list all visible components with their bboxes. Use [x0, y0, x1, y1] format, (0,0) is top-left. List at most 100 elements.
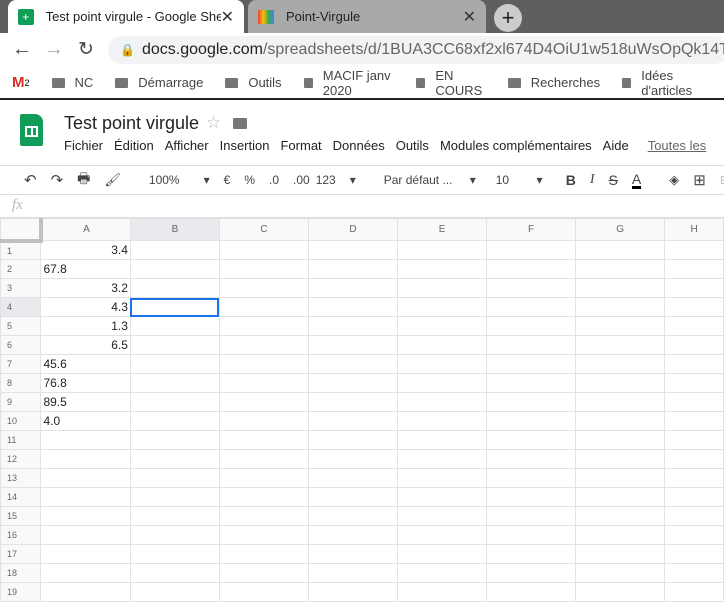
cell-E19[interactable]	[397, 582, 488, 602]
cell-D11[interactable]	[307, 430, 399, 450]
cell-E5[interactable]	[397, 316, 488, 336]
cell-B14[interactable]	[129, 487, 220, 507]
cell-E7[interactable]	[397, 354, 488, 374]
star-icon[interactable]: ☆	[206, 113, 221, 133]
cell-B18[interactable]	[129, 563, 220, 583]
column-header-C[interactable]: C	[218, 218, 309, 241]
increase-decimal-button[interactable]: .00	[293, 173, 310, 187]
column-header-G[interactable]: G	[575, 218, 666, 241]
cell-E8[interactable]	[397, 373, 488, 393]
bookmark[interactable]: Recherches	[507, 75, 600, 90]
row-header[interactable]: 3	[0, 278, 42, 298]
new-tab-button[interactable]: +	[494, 4, 522, 32]
row-header[interactable]: 18	[0, 563, 42, 583]
cell-H14[interactable]	[664, 487, 724, 507]
cell-C1[interactable]	[218, 240, 309, 260]
cell-F8[interactable]	[486, 373, 577, 393]
cell-D4[interactable]	[307, 297, 399, 317]
bookmark[interactable]: EN COURS	[415, 68, 486, 98]
cell-C8[interactable]	[218, 373, 309, 393]
cell-H8[interactable]	[664, 373, 724, 393]
cell-F15[interactable]	[486, 506, 577, 526]
cell-F13[interactable]	[486, 468, 577, 488]
cell-C14[interactable]	[218, 487, 309, 507]
tab-sheets[interactable]: + Test point virgule - Google Sheets ✕	[8, 0, 244, 33]
cell-H2[interactable]	[664, 259, 724, 279]
row-header[interactable]: 14	[0, 487, 42, 507]
cell-B9[interactable]	[129, 392, 220, 412]
cell-C2[interactable]	[218, 259, 309, 279]
cell-C10[interactable]	[218, 411, 309, 431]
column-header-A[interactable]: A	[40, 218, 131, 241]
row-header[interactable]: 11	[0, 430, 42, 450]
cell-D15[interactable]	[307, 506, 399, 526]
cell-F2[interactable]	[486, 259, 577, 279]
cell-B1[interactable]	[129, 240, 220, 260]
cell-A9[interactable]: 89.5	[40, 392, 131, 412]
cell-A5[interactable]: 1.3	[40, 316, 131, 336]
undo-icon[interactable]: ↶	[24, 171, 37, 189]
cell-H10[interactable]	[664, 411, 724, 431]
cell-D8[interactable]	[307, 373, 399, 393]
cell-A4[interactable]: 4.3	[40, 297, 131, 317]
cell-C9[interactable]	[218, 392, 309, 412]
cell-F1[interactable]	[486, 240, 577, 260]
cell-G18[interactable]	[575, 563, 666, 583]
cell-C15[interactable]	[218, 506, 309, 526]
zoom-select[interactable]: 100% ▾	[149, 173, 210, 187]
cell-F14[interactable]	[486, 487, 577, 507]
bookmark[interactable]: MACIF janv 2020	[303, 68, 394, 98]
row-header[interactable]: 6	[0, 335, 42, 355]
cell-A17[interactable]	[40, 544, 131, 564]
cell-G15[interactable]	[575, 506, 666, 526]
cell-B11[interactable]	[129, 430, 220, 450]
cell-E14[interactable]	[397, 487, 488, 507]
cell-E13[interactable]	[397, 468, 488, 488]
cell-F12[interactable]	[486, 449, 577, 469]
cell-G12[interactable]	[575, 449, 666, 469]
cell-B10[interactable]	[129, 411, 220, 431]
doc-title[interactable]: Test point virgule	[64, 113, 199, 134]
cell-G1[interactable]	[575, 240, 666, 260]
row-header[interactable]: 13	[0, 468, 42, 488]
cell-C19[interactable]	[218, 582, 309, 602]
cell-B3[interactable]	[129, 278, 220, 298]
sheets-logo-icon[interactable]	[20, 114, 43, 146]
percent-button[interactable]: %	[244, 173, 255, 187]
cell-B4[interactable]	[129, 297, 220, 317]
cell-A10[interactable]: 4.0	[40, 411, 131, 431]
cell-F17[interactable]	[486, 544, 577, 564]
decrease-decimal-button[interactable]: .0	[269, 173, 279, 187]
menu-afficher[interactable]: Afficher	[165, 138, 209, 153]
cell-B19[interactable]	[129, 582, 220, 602]
cell-A16[interactable]	[40, 525, 131, 545]
cell-H4[interactable]	[664, 297, 724, 317]
cell-A1[interactable]: 3.4	[40, 240, 131, 260]
cell-E10[interactable]	[397, 411, 488, 431]
cell-D17[interactable]	[307, 544, 399, 564]
column-header-F[interactable]: F	[486, 218, 577, 241]
cell-B12[interactable]	[129, 449, 220, 469]
cell-D14[interactable]	[307, 487, 399, 507]
cell-E9[interactable]	[397, 392, 488, 412]
row-header[interactable]: 1	[0, 240, 42, 260]
cell-G14[interactable]	[575, 487, 666, 507]
cell-D3[interactable]	[307, 278, 399, 298]
cell-C6[interactable]	[218, 335, 309, 355]
cell-D7[interactable]	[307, 354, 399, 374]
cell-H3[interactable]	[664, 278, 724, 298]
cell-B6[interactable]	[129, 335, 220, 355]
close-icon[interactable]: ✕	[221, 7, 234, 27]
cell-D1[interactable]	[307, 240, 399, 260]
cell-A15[interactable]	[40, 506, 131, 526]
cell-H16[interactable]	[664, 525, 724, 545]
cell-B16[interactable]	[129, 525, 220, 545]
column-header-H[interactable]: H	[664, 218, 724, 241]
row-header[interactable]: 8	[0, 373, 42, 393]
cell-A13[interactable]	[40, 468, 131, 488]
merge-cells-icon[interactable]: ⊟ ▾	[720, 173, 724, 187]
folder-icon[interactable]	[233, 118, 247, 129]
font-size-select[interactable]: 10 ▾	[496, 173, 543, 187]
cell-G9[interactable]	[575, 392, 666, 412]
cell-B13[interactable]	[129, 468, 220, 488]
